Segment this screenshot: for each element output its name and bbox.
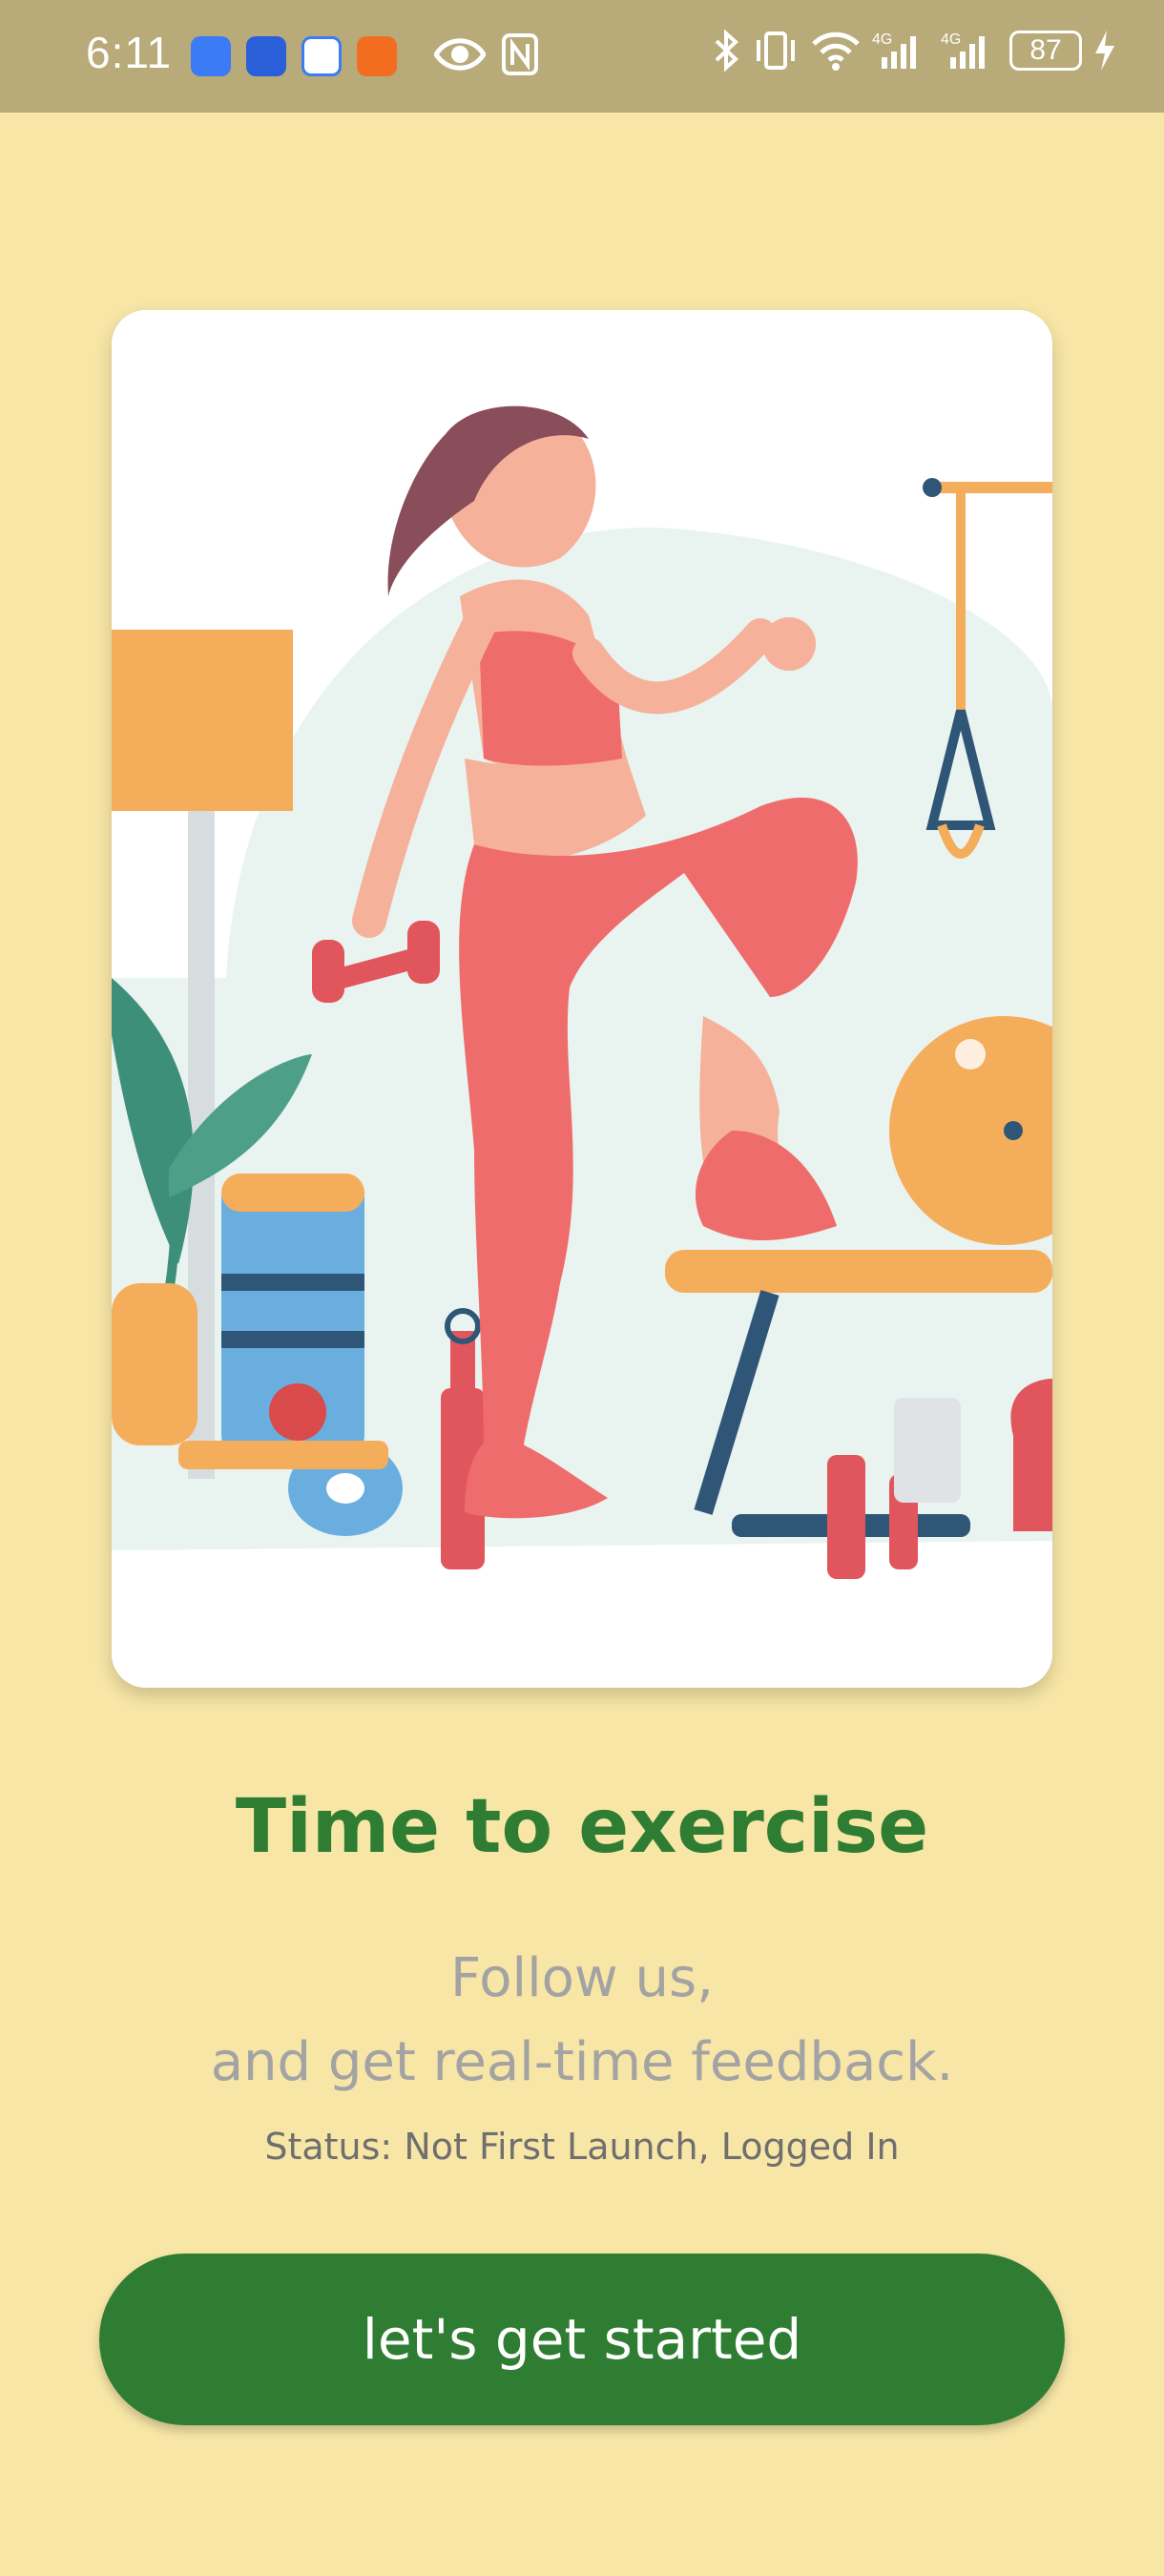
get-started-button[interactable]: let's get started	[99, 2254, 1065, 2425]
charging-icon	[1095, 31, 1114, 71]
page-title: Time to exercise	[235, 1784, 929, 1870]
fitness-illustration	[112, 310, 1052, 1688]
app-icon-blue	[246, 36, 286, 76]
connectivity-icons: 4G 4G 87	[712, 29, 1116, 73]
svg-text:4G: 4G	[872, 31, 892, 48]
subtitle-line-2: and get real-time feedback.	[210, 2031, 954, 2093]
svg-text:4G: 4G	[941, 31, 961, 48]
wifi-icon	[812, 31, 860, 71]
system-icons	[434, 32, 539, 76]
nfc-icon	[502, 33, 538, 75]
bluetooth-icon	[715, 29, 738, 73]
subtitle-line-1: Follow us,	[450, 1947, 714, 2009]
eye-icon	[434, 38, 486, 71]
notification-icons	[191, 36, 397, 76]
subtitle: Follow us, and get real-time feedback.	[0, 1937, 1164, 2105]
battery-icon: 87	[1009, 31, 1082, 71]
vibrate-icon	[757, 31, 795, 70]
status-bar: 6:11 4G 4G 87	[0, 0, 1164, 113]
illustration-card	[112, 310, 1052, 1688]
status-text: Status: Not First Launch, Logged In	[264, 2126, 900, 2168]
app-icon-orange	[357, 36, 397, 76]
signal-4g-icon-2: 4G	[941, 31, 985, 69]
signal-4g-icon: 4G	[872, 31, 916, 69]
clock: 6:11	[86, 28, 173, 77]
app-icon-white	[301, 36, 342, 76]
usb-icon	[191, 36, 231, 76]
